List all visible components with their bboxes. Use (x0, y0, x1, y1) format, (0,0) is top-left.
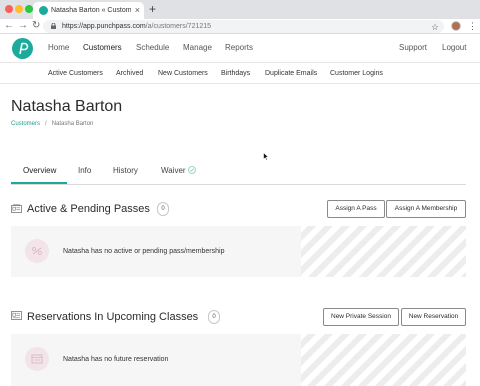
header-divider (0, 62, 480, 63)
punchpass-logo[interactable] (12, 38, 33, 59)
page-title: Natasha Barton (11, 98, 123, 115)
nav-manage[interactable]: Manage (183, 43, 212, 53)
nav-support[interactable]: Support (399, 43, 427, 53)
nav-home[interactable]: Home (48, 43, 69, 53)
subnav-birthdays[interactable]: Birthdays (221, 69, 250, 78)
empty-reservations-icon (25, 347, 49, 371)
nav-schedule[interactable]: Schedule (136, 43, 169, 53)
url-path: /a/customers/721215 (145, 23, 212, 30)
browser-tab-title: Natasha Barton « Customers « (51, 7, 131, 14)
subnav-active-customers[interactable]: Active Customers (48, 69, 103, 78)
tab-overview[interactable]: Overview (23, 166, 56, 176)
punchpass-logo-icon (19, 42, 29, 55)
close-window-button[interactable] (5, 5, 13, 13)
subnav-duplicate-emails[interactable]: Duplicate Emails (265, 69, 317, 78)
passes-section-title: Active & Pending Passes (27, 203, 150, 215)
tab-info[interactable]: Info (78, 166, 91, 176)
minimize-window-button[interactable] (15, 5, 23, 13)
subnav-divider (0, 83, 480, 84)
subnav-archived[interactable]: Archived (116, 69, 143, 78)
profile-avatar[interactable] (451, 21, 461, 31)
forward-arrow-icon[interactable]: → (18, 19, 28, 33)
subnav-new-customers[interactable]: New Customers (158, 69, 208, 78)
reservations-empty-message: Natasha has no future reservation (63, 356, 169, 363)
new-reservation-button[interactable]: New Reservation (401, 308, 466, 326)
browser-toolbar: ← → ↻ https://app.punchpass.com/a/custom… (0, 19, 480, 34)
browser-tab-bar: Natasha Barton « Customers « × + (0, 0, 480, 19)
maximize-window-button[interactable] (25, 5, 33, 13)
mouse-cursor-icon (263, 152, 269, 161)
browser-menu-icon[interactable]: ⋮ (468, 19, 477, 33)
passes-empty-panel: Natasha has no active or pending pass/me… (11, 226, 466, 277)
waiver-check-icon (188, 166, 196, 174)
passes-count-badge: 0 (157, 202, 169, 216)
tab-waiver[interactable]: Waiver (161, 166, 186, 176)
reload-icon[interactable]: ↻ (32, 19, 40, 33)
breadcrumb-customers-link[interactable]: Customers (11, 121, 40, 127)
nav-reports[interactable]: Reports (225, 43, 253, 53)
new-tab-button[interactable]: + (149, 1, 156, 17)
assign-pass-button[interactable]: Assign A Pass (327, 200, 385, 218)
passes-empty-message: Natasha has no active or pending pass/me… (63, 248, 225, 255)
nav-logout[interactable]: Logout (442, 43, 466, 53)
browser-tab[interactable]: Natasha Barton « Customers « × (33, 2, 144, 19)
lock-icon (51, 23, 56, 29)
punchpass-favicon-icon (39, 6, 48, 15)
tabs-divider (11, 184, 466, 185)
close-tab-icon[interactable]: × (135, 4, 140, 16)
back-arrow-icon[interactable]: ← (4, 19, 14, 33)
url-host: https://app.punchpass.com (62, 23, 146, 30)
new-private-session-button[interactable]: New Private Session (323, 308, 399, 326)
pass-card-icon (11, 204, 22, 213)
reservations-section-title: Reservations In Upcoming Classes (27, 311, 199, 323)
address-bar[interactable]: https://app.punchpass.com/a/customers/72… (43, 20, 444, 33)
breadcrumb: Customers / Natasha Barton (11, 120, 93, 128)
subnav-customer-logins[interactable]: Customer Logins (330, 69, 383, 78)
tab-history[interactable]: History (113, 166, 138, 176)
assign-membership-button[interactable]: Assign A Membership (386, 200, 466, 218)
bookmark-star-icon[interactable]: ☆ (431, 20, 439, 34)
reservations-count-badge: 0 (208, 310, 220, 324)
breadcrumb-current: Natasha Barton (51, 121, 94, 127)
reservation-ticket-icon (11, 311, 22, 320)
nav-customers[interactable]: Customers (83, 43, 122, 53)
url-text: https://app.punchpass.com/a/customers/72… (62, 21, 211, 32)
reservations-empty-panel: Natasha has no future reservation (11, 334, 466, 386)
breadcrumb-separator: / (45, 121, 47, 127)
empty-passes-icon (25, 239, 49, 263)
